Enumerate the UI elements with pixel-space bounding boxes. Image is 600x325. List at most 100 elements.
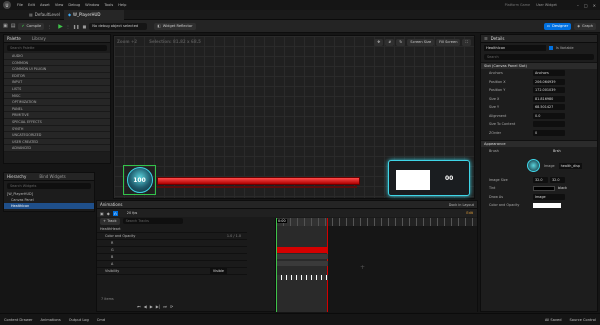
- designer-mode-button[interactable]: ▭ Designer: [543, 22, 572, 30]
- palette-category[interactable]: AUDIO: [4, 53, 110, 60]
- track-row[interactable]: R: [97, 240, 247, 247]
- visibility-select[interactable]: Visible: [209, 268, 227, 275]
- detail-prop-value[interactable]: 206.064939: [533, 78, 565, 85]
- palette-search-input[interactable]: Search Palette: [7, 45, 107, 51]
- palette-category[interactable]: SPECIAL EFFECTS: [4, 118, 110, 126]
- fill-screen-button[interactable]: Fill Screen: [436, 39, 461, 46]
- edit-button[interactable]: Edit: [466, 211, 473, 215]
- fps-select[interactable]: 20 fps: [127, 211, 138, 215]
- detail-prop-value[interactable]: 172.001039: [533, 87, 565, 94]
- menu-item-help[interactable]: Help: [118, 3, 126, 7]
- debug-object-select[interactable]: No debug object selected: [89, 22, 148, 30]
- image-size-x[interactable]: 32.0: [533, 176, 548, 183]
- maximize-icon[interactable]: □: [584, 3, 588, 8]
- playhead-time[interactable]: 0:00: [277, 219, 287, 223]
- detail-prop-value[interactable]: 0: [533, 129, 565, 136]
- menu-item-debug[interactable]: Debug: [68, 3, 80, 7]
- timeline-area[interactable]: 0:00 +: [275, 218, 477, 312]
- palette-tab[interactable]: Palette: [7, 36, 21, 41]
- content-drawer-button[interactable]: Content Drawer: [4, 318, 33, 322]
- image-value[interactable]: health_disp: [558, 162, 583, 169]
- unreal-logo-icon[interactable]: U: [3, 1, 11, 9]
- keyframe-row-visibility[interactable]: [276, 275, 328, 280]
- close-icon[interactable]: ✕: [593, 3, 596, 8]
- stop-icon[interactable]: ■: [83, 24, 87, 29]
- compile-button[interactable]: ✔ Compile: [18, 22, 45, 30]
- detail-prop-value[interactable]: [533, 121, 565, 128]
- move-tool-icon[interactable]: ✥: [374, 39, 384, 46]
- designer-viewport[interactable]: Zoom +2 Selection: 81.82 x 68.5 ✥ # ↻ Sc…: [113, 35, 475, 199]
- hierarchy-item-healthicon[interactable]: HealthIcon: [4, 203, 94, 209]
- menu-item-view[interactable]: View: [55, 3, 64, 7]
- keyframe-row-g[interactable]: [276, 261, 328, 266]
- health-bar[interactable]: [157, 177, 360, 185]
- menu-item-window[interactable]: Window: [85, 3, 99, 7]
- source-control-label[interactable]: Source Control: [570, 318, 596, 322]
- track-row[interactable]: Color and Opacity 1.0 / 1.0: [97, 233, 247, 240]
- save-icon[interactable]: ▣: [3, 23, 8, 29]
- palette-category[interactable]: SYNTH: [4, 125, 110, 133]
- loop-icon[interactable]: ⟳: [170, 304, 173, 309]
- brush-value[interactable]: Brsh: [553, 149, 561, 153]
- slot-section-header[interactable]: Slot (Canvas Panel Slot): [481, 62, 597, 69]
- minimize-icon[interactable]: –: [577, 3, 579, 8]
- hierarchy-search-input[interactable]: Search Widgets: [7, 183, 91, 189]
- palette-category[interactable]: PANEL: [4, 105, 110, 113]
- health-icon-widget[interactable]: 100: [123, 165, 156, 195]
- palette-category[interactable]: USER CREATED: [4, 138, 110, 146]
- animations-tab[interactable]: Animations: [100, 202, 122, 207]
- track-row[interactable]: B: [97, 254, 247, 261]
- menu-item-asset[interactable]: Asset: [40, 3, 50, 7]
- tint-swatch[interactable]: [533, 185, 555, 191]
- graph-mode-button[interactable]: ◈ Graph: [574, 22, 596, 30]
- track-search-input[interactable]: Search Tracks: [122, 218, 183, 224]
- palette-category[interactable]: INPUT: [4, 79, 110, 86]
- palette-category[interactable]: ADVANCED: [4, 145, 110, 152]
- draw-as-value[interactable]: Image: [533, 193, 565, 200]
- palette-category[interactable]: LISTS: [4, 85, 110, 93]
- tab-defaultlevel[interactable]: ▦ DefaultLevel: [25, 10, 64, 20]
- hierarchy-tab[interactable]: Hierarchy: [7, 174, 26, 179]
- key-icon[interactable]: ◆: [107, 211, 110, 216]
- save-anim-icon[interactable]: ▣: [100, 211, 104, 216]
- browse-icon[interactable]: ▤: [11, 23, 16, 29]
- keyframe-bar-color[interactable]: [276, 247, 328, 253]
- animations-status-button[interactable]: Animations: [41, 318, 61, 322]
- palette-category[interactable]: COMMON UI PLUGIN: [4, 66, 110, 73]
- dock-in-layout-button[interactable]: Dock in Layout: [449, 203, 474, 207]
- step-back-icon[interactable]: ◀: [144, 304, 147, 309]
- score-panel[interactable]: 00: [388, 160, 470, 196]
- detail-prop-value[interactable]: 68.501427: [533, 104, 565, 111]
- appearance-section-header[interactable]: Appearance: [481, 140, 597, 147]
- jump-start-icon[interactable]: ⏮: [137, 304, 141, 309]
- keyframe-row-r[interactable]: [276, 254, 328, 259]
- play-icon[interactable]: ▶: [58, 23, 63, 30]
- track-row[interactable]: G: [97, 247, 247, 254]
- color-opacity-swatch[interactable]: [533, 202, 561, 208]
- library-tab[interactable]: Library: [32, 36, 46, 41]
- play-options-icon[interactable]: ⋮: [66, 24, 70, 29]
- widget-name-input[interactable]: HealthIcon: [484, 44, 546, 51]
- step-forward-icon[interactable]: ▶|: [156, 304, 160, 309]
- snap-icon[interactable]: ∩: [112, 210, 118, 216]
- screen-size-button[interactable]: Screen Size: [407, 39, 435, 46]
- detail-prop-value[interactable]: 81.816980: [533, 95, 565, 102]
- track-row[interactable]: Visibility Visible: [97, 268, 247, 275]
- palette-category[interactable]: EDITOR: [4, 72, 110, 80]
- image-size-y[interactable]: 32.0: [550, 176, 565, 183]
- more-icon[interactable]: ⋮: [47, 24, 51, 29]
- palette-category[interactable]: MISC: [4, 92, 110, 100]
- track-row[interactable]: A: [97, 261, 247, 268]
- detail-prop-value[interactable]: 0.0: [533, 112, 565, 119]
- detail-prop-value[interactable]: Anchors: [533, 70, 565, 77]
- details-search-input[interactable]: Search: [484, 54, 594, 60]
- jump-end-icon[interactable]: ⏭: [163, 304, 167, 309]
- menu-item-edit[interactable]: Edit: [28, 3, 35, 7]
- widget-reflector-button[interactable]: ◧ Widget Reflector: [154, 22, 196, 30]
- track-row[interactable]: HealthHeart: [97, 226, 247, 233]
- fullscreen-icon[interactable]: ⛶: [462, 39, 471, 46]
- brush-image-thumbnail[interactable]: [527, 159, 540, 172]
- pause-icon[interactable]: ❚❚: [73, 24, 80, 29]
- color-track-value[interactable]: 1.0 / 1.0: [227, 233, 241, 240]
- all-saved-label[interactable]: All Saved: [545, 318, 562, 322]
